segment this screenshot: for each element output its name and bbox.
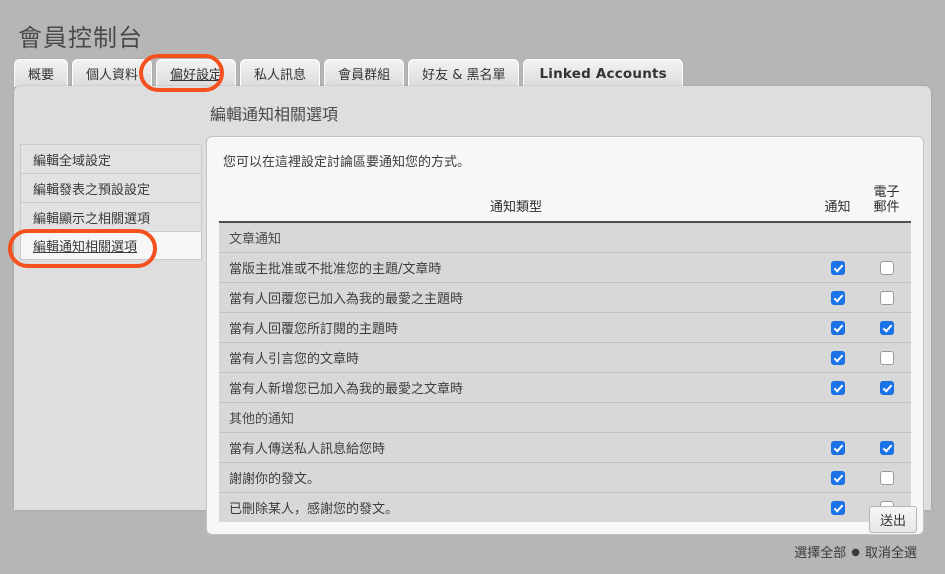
checkbox-notify[interactable] [830, 380, 845, 395]
cell-notify [813, 402, 862, 433]
tab-label: 概要 [28, 68, 55, 83]
cell-notify [813, 282, 862, 313]
sidebar-item-label: 編輯全域設定 [33, 153, 112, 169]
checkbox-email[interactable] [879, 350, 894, 365]
checkbox-email[interactable] [879, 290, 894, 305]
tab-2[interactable]: 偏好設定 [156, 59, 237, 87]
checkbox-email[interactable] [879, 470, 894, 485]
cell-email [862, 222, 911, 253]
tab-6[interactable]: Linked Accounts [523, 59, 683, 87]
select-all-link[interactable]: 選擇全部 [794, 546, 846, 561]
table-row: 當有人引言您的文章時 [219, 342, 911, 373]
tab-1[interactable]: 個人資料 [72, 59, 153, 87]
sidebar-item-label: 編輯發表之預設設定 [33, 182, 151, 198]
table-row: 當有人回覆您已加入為我的最愛之主題時 [219, 282, 911, 313]
checkbox-email[interactable] [879, 320, 894, 335]
row-label: 當有人新增您已加入為我的最愛之文章時 [219, 372, 813, 403]
card-intro-text: 您可以在這裡設定討論區要通知您的方式。 [223, 155, 471, 170]
checkbox-notify[interactable] [830, 440, 845, 455]
column-header-notify: 通知 [813, 184, 862, 223]
tab-label: 偏好設定 [170, 68, 223, 83]
section-label: 文章通知 [219, 222, 813, 253]
sidebar-item-2[interactable]: 編輯顯示之相關選項 [20, 202, 202, 231]
member-control-panel-page: 會員控制台 概要 個人資料 偏好設定 私人訊息 會員群組 好友 & 黑名單 Linked A… [0, 0, 945, 574]
section-title: 編輯通知相關選項 [210, 105, 339, 124]
row-label: 當有人傳送私人訊息給您時 [219, 432, 813, 463]
tab-label: 個人資料 [86, 68, 139, 83]
sidebar-item-label: 編輯通知相關選項 [33, 240, 138, 255]
section-label: 其他的通知 [219, 402, 813, 433]
column-header-email: 電子 郵件 [862, 184, 911, 223]
cell-email [862, 342, 911, 373]
row-label: 謝謝你的發文。 [219, 462, 813, 493]
sidebar-item-label: 編輯顯示之相關選項 [33, 211, 151, 227]
tab-5[interactable]: 好友 & 黑名單 [408, 59, 520, 87]
tab-4[interactable]: 會員群組 [324, 59, 405, 87]
checkbox-notify[interactable] [830, 470, 845, 485]
column-header-email-line1: 電子 [873, 185, 900, 200]
table-body: 文章通知 當版主批准或不批准您的主題/文章時 當有人回覆您已加入為我的最愛之主題時當… [219, 222, 911, 522]
form-footer: 送出 選擇全部 ● 取消全選 [14, 506, 931, 561]
table-row: 謝謝你的發文。 [219, 462, 911, 493]
table-section-row: 其他的通知 [219, 402, 911, 433]
sidebar-item-1[interactable]: 編輯發表之預設設定 [20, 173, 202, 202]
cell-notify [813, 372, 862, 403]
tab-bar: 概要 個人資料 偏好設定 私人訊息 會員群組 好友 & 黑名單 Linked Account… [14, 57, 683, 87]
table-head: 通知類型 通知 電子 郵件 [219, 184, 911, 223]
cell-email [862, 282, 911, 313]
table-row: 當有人回覆您所訂閱的主題時 [219, 312, 911, 343]
table-row: 當有人傳送私人訊息給您時 [219, 432, 911, 463]
row-label: 當有人回覆您所訂閱的主題時 [219, 312, 813, 343]
table-row: 當有人新增您已加入為我的最愛之文章時 [219, 372, 911, 403]
page-title: 會員控制台 [18, 24, 143, 53]
table-header-row: 通知類型 通知 電子 郵件 [219, 184, 911, 223]
main-content: 編輯通知相關選項 您可以在這裡設定討論區要通知您的方式。 通知類型 通知 電子 … [206, 104, 924, 535]
table-section-row: 文章通知 [219, 222, 911, 253]
deselect-all-link[interactable]: 取消全選 [865, 546, 917, 561]
checkbox-notify[interactable] [830, 320, 845, 335]
checkbox-notify[interactable] [830, 350, 845, 365]
cell-notify [813, 252, 862, 283]
select-links: 選擇全部 ● 取消全選 [14, 542, 917, 561]
checkbox-notify[interactable] [830, 290, 845, 305]
row-label: 當有人回覆您已加入為我的最愛之主題時 [219, 282, 813, 313]
content-panel: 編輯全域設定 編輯發表之預設設定 編輯顯示之相關選項 編輯通知相關選項 編輯通知相關選… [14, 86, 931, 535]
tab-3[interactable]: 私人訊息 [240, 59, 321, 87]
cell-email [862, 462, 911, 493]
checkbox-notify[interactable] [830, 260, 845, 275]
notification-settings-card: 您可以在這裡設定討論區要通知您的方式。 通知類型 通知 電子 郵件 文章通知 當版… [206, 136, 924, 535]
cell-notify [813, 432, 862, 463]
cell-email [862, 432, 911, 463]
column-header-type: 通知類型 [219, 184, 813, 223]
cell-notify [813, 312, 862, 343]
tab-label: Linked Accounts [539, 65, 667, 82]
sidebar-item-0[interactable]: 編輯全域設定 [20, 144, 202, 173]
row-label: 當有人引言您的文章時 [219, 342, 813, 373]
link-separator-icon: ● [851, 547, 860, 558]
cell-email [862, 312, 911, 343]
tab-0[interactable]: 概要 [14, 59, 69, 87]
tab-label: 好友 & 黑名單 [422, 68, 506, 83]
tab-label: 私人訊息 [254, 68, 307, 83]
cell-notify [813, 342, 862, 373]
notification-table: 通知類型 通知 電子 郵件 文章通知 當版主批准或不批准您的主題/文章時 當有人回覆… [219, 184, 911, 522]
cell-email [862, 402, 911, 433]
checkbox-email[interactable] [879, 380, 894, 395]
table-row: 當版主批准或不批准您的主題/文章時 [219, 252, 911, 283]
row-label: 當版主批准或不批准您的主題/文章時 [219, 252, 813, 283]
sidebar-item-3[interactable]: 編輯通知相關選項 [20, 231, 202, 260]
column-header-email-line2: 郵件 [873, 200, 900, 215]
sidebar-menu: 編輯全域設定編輯發表之預設設定 編輯顯示之相關選項 編輯通知相關選項 [20, 144, 202, 260]
submit-button[interactable]: 送出 [868, 506, 917, 533]
cell-email [862, 372, 911, 403]
cell-email [862, 252, 911, 283]
cell-notify [813, 462, 862, 493]
checkbox-email[interactable] [879, 440, 894, 455]
cell-notify [813, 222, 862, 253]
checkbox-email[interactable] [879, 260, 894, 275]
tab-label: 會員群組 [338, 68, 391, 83]
